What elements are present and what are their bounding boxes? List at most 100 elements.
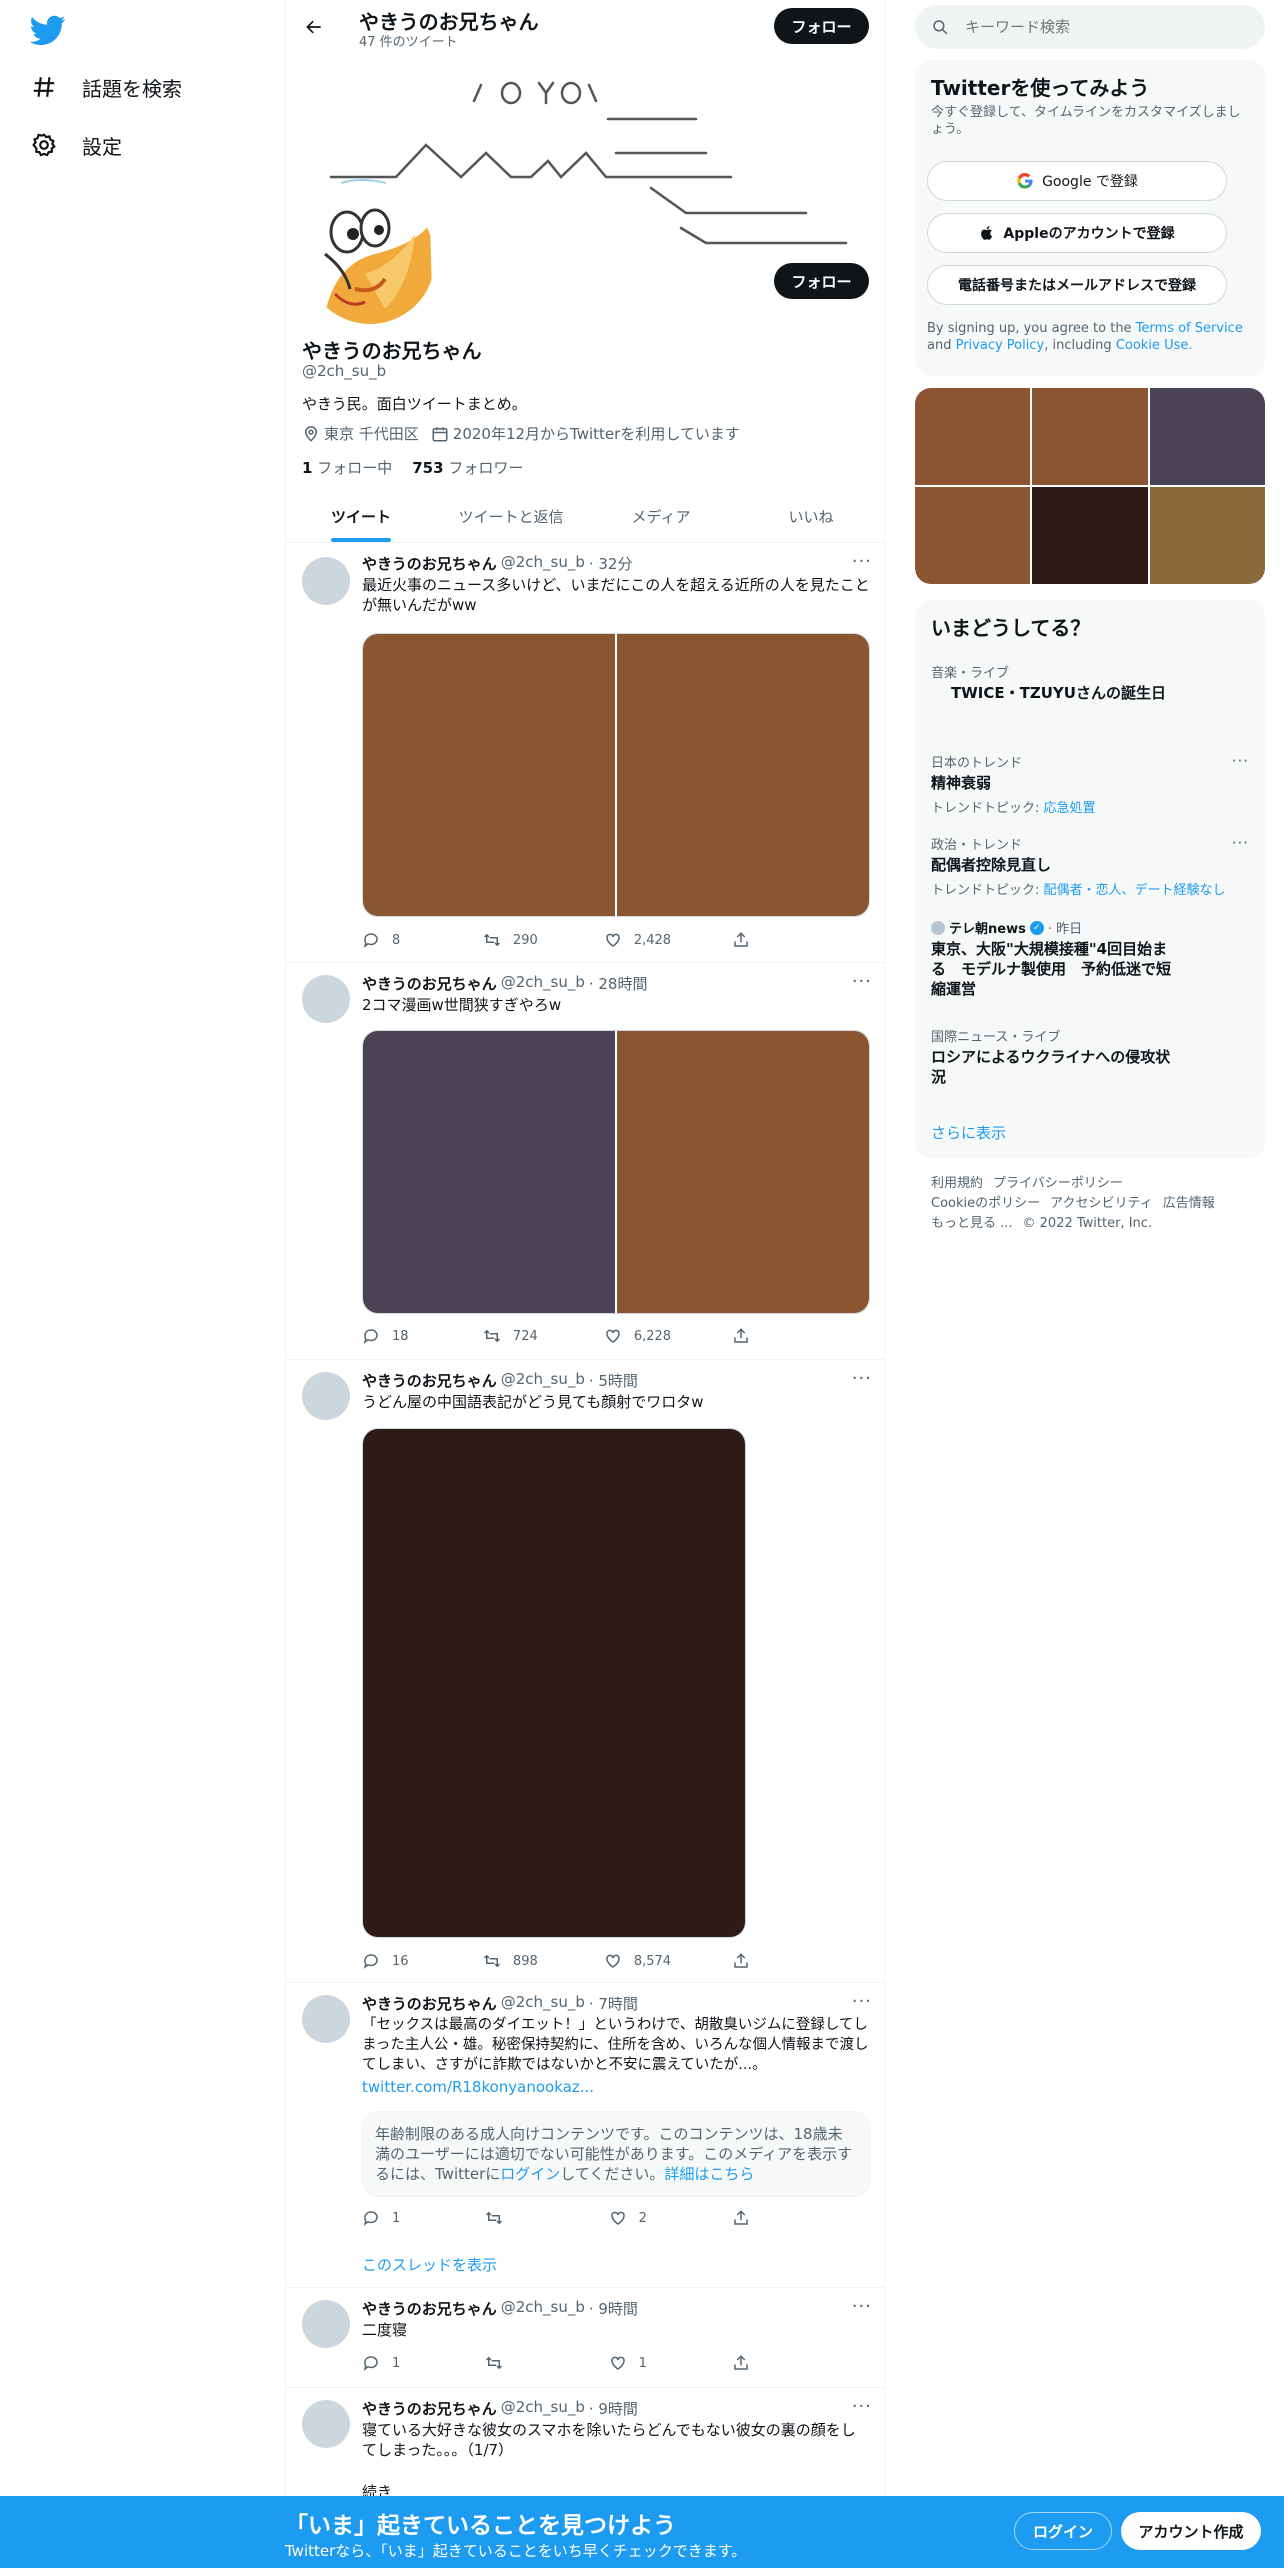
footer-link[interactable]: 利用規約: [931, 1176, 983, 1191]
more-options-icon[interactable]: ···: [1232, 834, 1249, 852]
media-thumbnail[interactable]: [1149, 388, 1265, 485]
google-signup-button[interactable]: Google で登録: [927, 161, 1227, 201]
trend-topic-link[interactable]: 配偶者・恋人、デート経験なし: [1044, 883, 1226, 898]
privacy-link[interactable]: Privacy Policy: [956, 338, 1045, 353]
reply-button[interactable]: 18: [362, 1327, 422, 1345]
media-thumbnail[interactable]: [915, 388, 1031, 485]
tweet-link[interactable]: twitter.com/R18konyanookaz...: [362, 2077, 870, 2097]
tweet-time[interactable]: · 7時間: [589, 1993, 638, 2014]
back-arrow-icon[interactable]: [296, 9, 332, 45]
tweet-media[interactable]: [362, 1030, 870, 1314]
media-thumbnail[interactable]: [915, 487, 1031, 584]
show-more-link[interactable]: さらに表示: [931, 1122, 1249, 1143]
tweet-media[interactable]: [362, 633, 870, 917]
avatar[interactable]: [302, 1995, 350, 2043]
trend-item[interactable]: 音楽・ライブ TWICE・TZUYUさんの誕生日: [931, 662, 1249, 703]
avatar[interactable]: [302, 557, 350, 605]
more-options-icon[interactable]: ···: [852, 1368, 872, 1389]
profile-avatar[interactable]: [301, 190, 439, 328]
trend-item[interactable]: 日本のトレンド 精神衰弱 トレンドトピック: 応急処置 ···: [931, 752, 1249, 816]
tweet-time[interactable]: · 5時間: [589, 1370, 638, 1391]
followers-stat[interactable]: 753 フォロワー: [412, 457, 523, 478]
tweet[interactable]: やきうのお兄ちゃん @2ch_su_b · 28時間 ··· 2コマ漫画w世間狭…: [286, 963, 884, 1360]
avatar[interactable]: [302, 1372, 350, 1420]
retweet-button[interactable]: 898: [483, 1952, 543, 1970]
tab-tweets[interactable]: ツイート: [286, 490, 436, 542]
tweet-time[interactable]: · 32分: [589, 553, 633, 574]
tweet-time[interactable]: · 28時間: [589, 973, 648, 994]
profile-follow-button[interactable]: フォロー: [774, 263, 869, 299]
tweet-author-name[interactable]: やきうのお兄ちゃん: [362, 1993, 497, 2014]
footer-link[interactable]: アクセシビリティ: [1050, 1196, 1153, 1211]
more-options-icon[interactable]: ···: [852, 2296, 872, 2317]
tweet[interactable]: やきうのお兄ちゃん @2ch_su_b · 9時間 ··· 二度寝 1 1: [286, 2288, 884, 2388]
tweet-author-name[interactable]: やきうのお兄ちゃん: [362, 553, 497, 574]
trend-item[interactable]: 国際ニュース・ライブ ロシアによるウクライナへの侵攻状況: [931, 1026, 1249, 1087]
more-options-icon[interactable]: ···: [1232, 752, 1249, 770]
footer-link[interactable]: プライバシーポリシー: [993, 1176, 1123, 1191]
media-image[interactable]: [617, 634, 869, 916]
tweet-author-name[interactable]: やきうのお兄ちゃん: [362, 2298, 497, 2319]
avatar[interactable]: [302, 2300, 350, 2348]
signup-button[interactable]: アカウント作成: [1121, 2512, 1261, 2550]
tweet-author-name[interactable]: やきうのお兄ちゃん: [362, 2398, 497, 2419]
trend-item[interactable]: 政治・トレンド 配偶者控除見直し トレンドトピック: 配偶者・恋人、デート経験な…: [931, 834, 1249, 898]
footer-link[interactable]: Cookieのポリシー: [931, 1196, 1040, 1211]
reply-button[interactable]: 1: [362, 2209, 422, 2227]
header-follow-button[interactable]: フォロー: [774, 8, 869, 44]
more-options-icon[interactable]: ···: [852, 1991, 872, 2012]
like-button[interactable]: 2,428: [604, 931, 671, 949]
like-button[interactable]: 2: [609, 2209, 669, 2227]
following-stat[interactable]: 1 フォロー中: [302, 457, 392, 478]
nav-explore[interactable]: 話題を検索: [30, 62, 182, 112]
retweet-button[interactable]: [485, 2354, 545, 2372]
media-image[interactable]: [363, 634, 615, 916]
media-image[interactable]: [363, 1429, 745, 1937]
media-image[interactable]: [617, 1031, 869, 1313]
phone-email-signup-button[interactable]: 電話番号またはメールアドレスで登録: [927, 265, 1227, 305]
tab-tweets-replies[interactable]: ツイートと返信: [436, 490, 586, 542]
tweet-author-name[interactable]: やきうのお兄ちゃん: [362, 973, 497, 994]
share-button[interactable]: [732, 2354, 792, 2372]
tweet[interactable]: やきうのお兄ちゃん @2ch_su_b · 32分 ··· 最近火事のニュース多…: [286, 543, 884, 963]
login-button[interactable]: ログイン: [1014, 2512, 1112, 2550]
share-button[interactable]: [732, 1952, 792, 1970]
tweet[interactable]: やきうのお兄ちゃん @2ch_su_b · 7時間 ··· 「セックスは最高のダ…: [286, 1983, 884, 2288]
reply-button[interactable]: 1: [362, 2354, 422, 2372]
sensitive-login-link[interactable]: ログイン: [500, 2165, 560, 2183]
search-input[interactable]: [965, 18, 1225, 36]
media-thumbnail[interactable]: [1149, 487, 1265, 584]
tweet-time[interactable]: · 9時間: [589, 2398, 638, 2419]
share-button[interactable]: [732, 2209, 792, 2227]
tweet-media[interactable]: [362, 1428, 746, 1938]
avatar[interactable]: [302, 2400, 350, 2448]
more-options-icon[interactable]: ···: [852, 2396, 872, 2417]
footer-link[interactable]: もっと見る ...: [931, 1216, 1013, 1231]
like-button[interactable]: 6,228: [604, 1327, 671, 1345]
tab-media[interactable]: メディア: [586, 490, 736, 542]
terms-link[interactable]: Terms of Service: [1136, 321, 1243, 336]
search-box[interactable]: [915, 5, 1265, 49]
apple-signup-button[interactable]: Appleのアカウントで登録: [927, 213, 1227, 253]
twitter-logo-icon[interactable]: [29, 12, 66, 48]
media-thumbnail[interactable]: [1032, 487, 1148, 584]
more-options-icon[interactable]: ···: [852, 971, 872, 992]
avatar[interactable]: [302, 975, 350, 1023]
tweet[interactable]: やきうのお兄ちゃん @2ch_su_b · 5時間 ··· うどん屋の中国語表記…: [286, 1360, 884, 1983]
reply-button[interactable]: 16: [362, 1952, 422, 1970]
footer-link[interactable]: 広告情報: [1163, 1196, 1215, 1211]
tweet-author-name[interactable]: やきうのお兄ちゃん: [362, 1370, 497, 1391]
retweet-button[interactable]: [485, 2209, 545, 2227]
more-options-icon[interactable]: ···: [852, 551, 872, 572]
retweet-button[interactable]: 290: [483, 931, 543, 949]
reply-button[interactable]: 8: [362, 931, 422, 949]
like-button[interactable]: 1: [609, 2354, 669, 2372]
media-image[interactable]: [363, 1031, 615, 1313]
media-thumbnail[interactable]: [1032, 388, 1148, 485]
nav-settings[interactable]: 設定: [30, 120, 122, 170]
retweet-button[interactable]: 724: [483, 1327, 543, 1345]
trend-topic-link[interactable]: 応急処置: [1044, 801, 1096, 816]
like-button[interactable]: 8,574: [604, 1952, 671, 1970]
show-thread-link[interactable]: このスレッドを表示: [362, 2255, 870, 2275]
sensitive-more-link[interactable]: 詳細はこちら: [664, 2165, 754, 2183]
